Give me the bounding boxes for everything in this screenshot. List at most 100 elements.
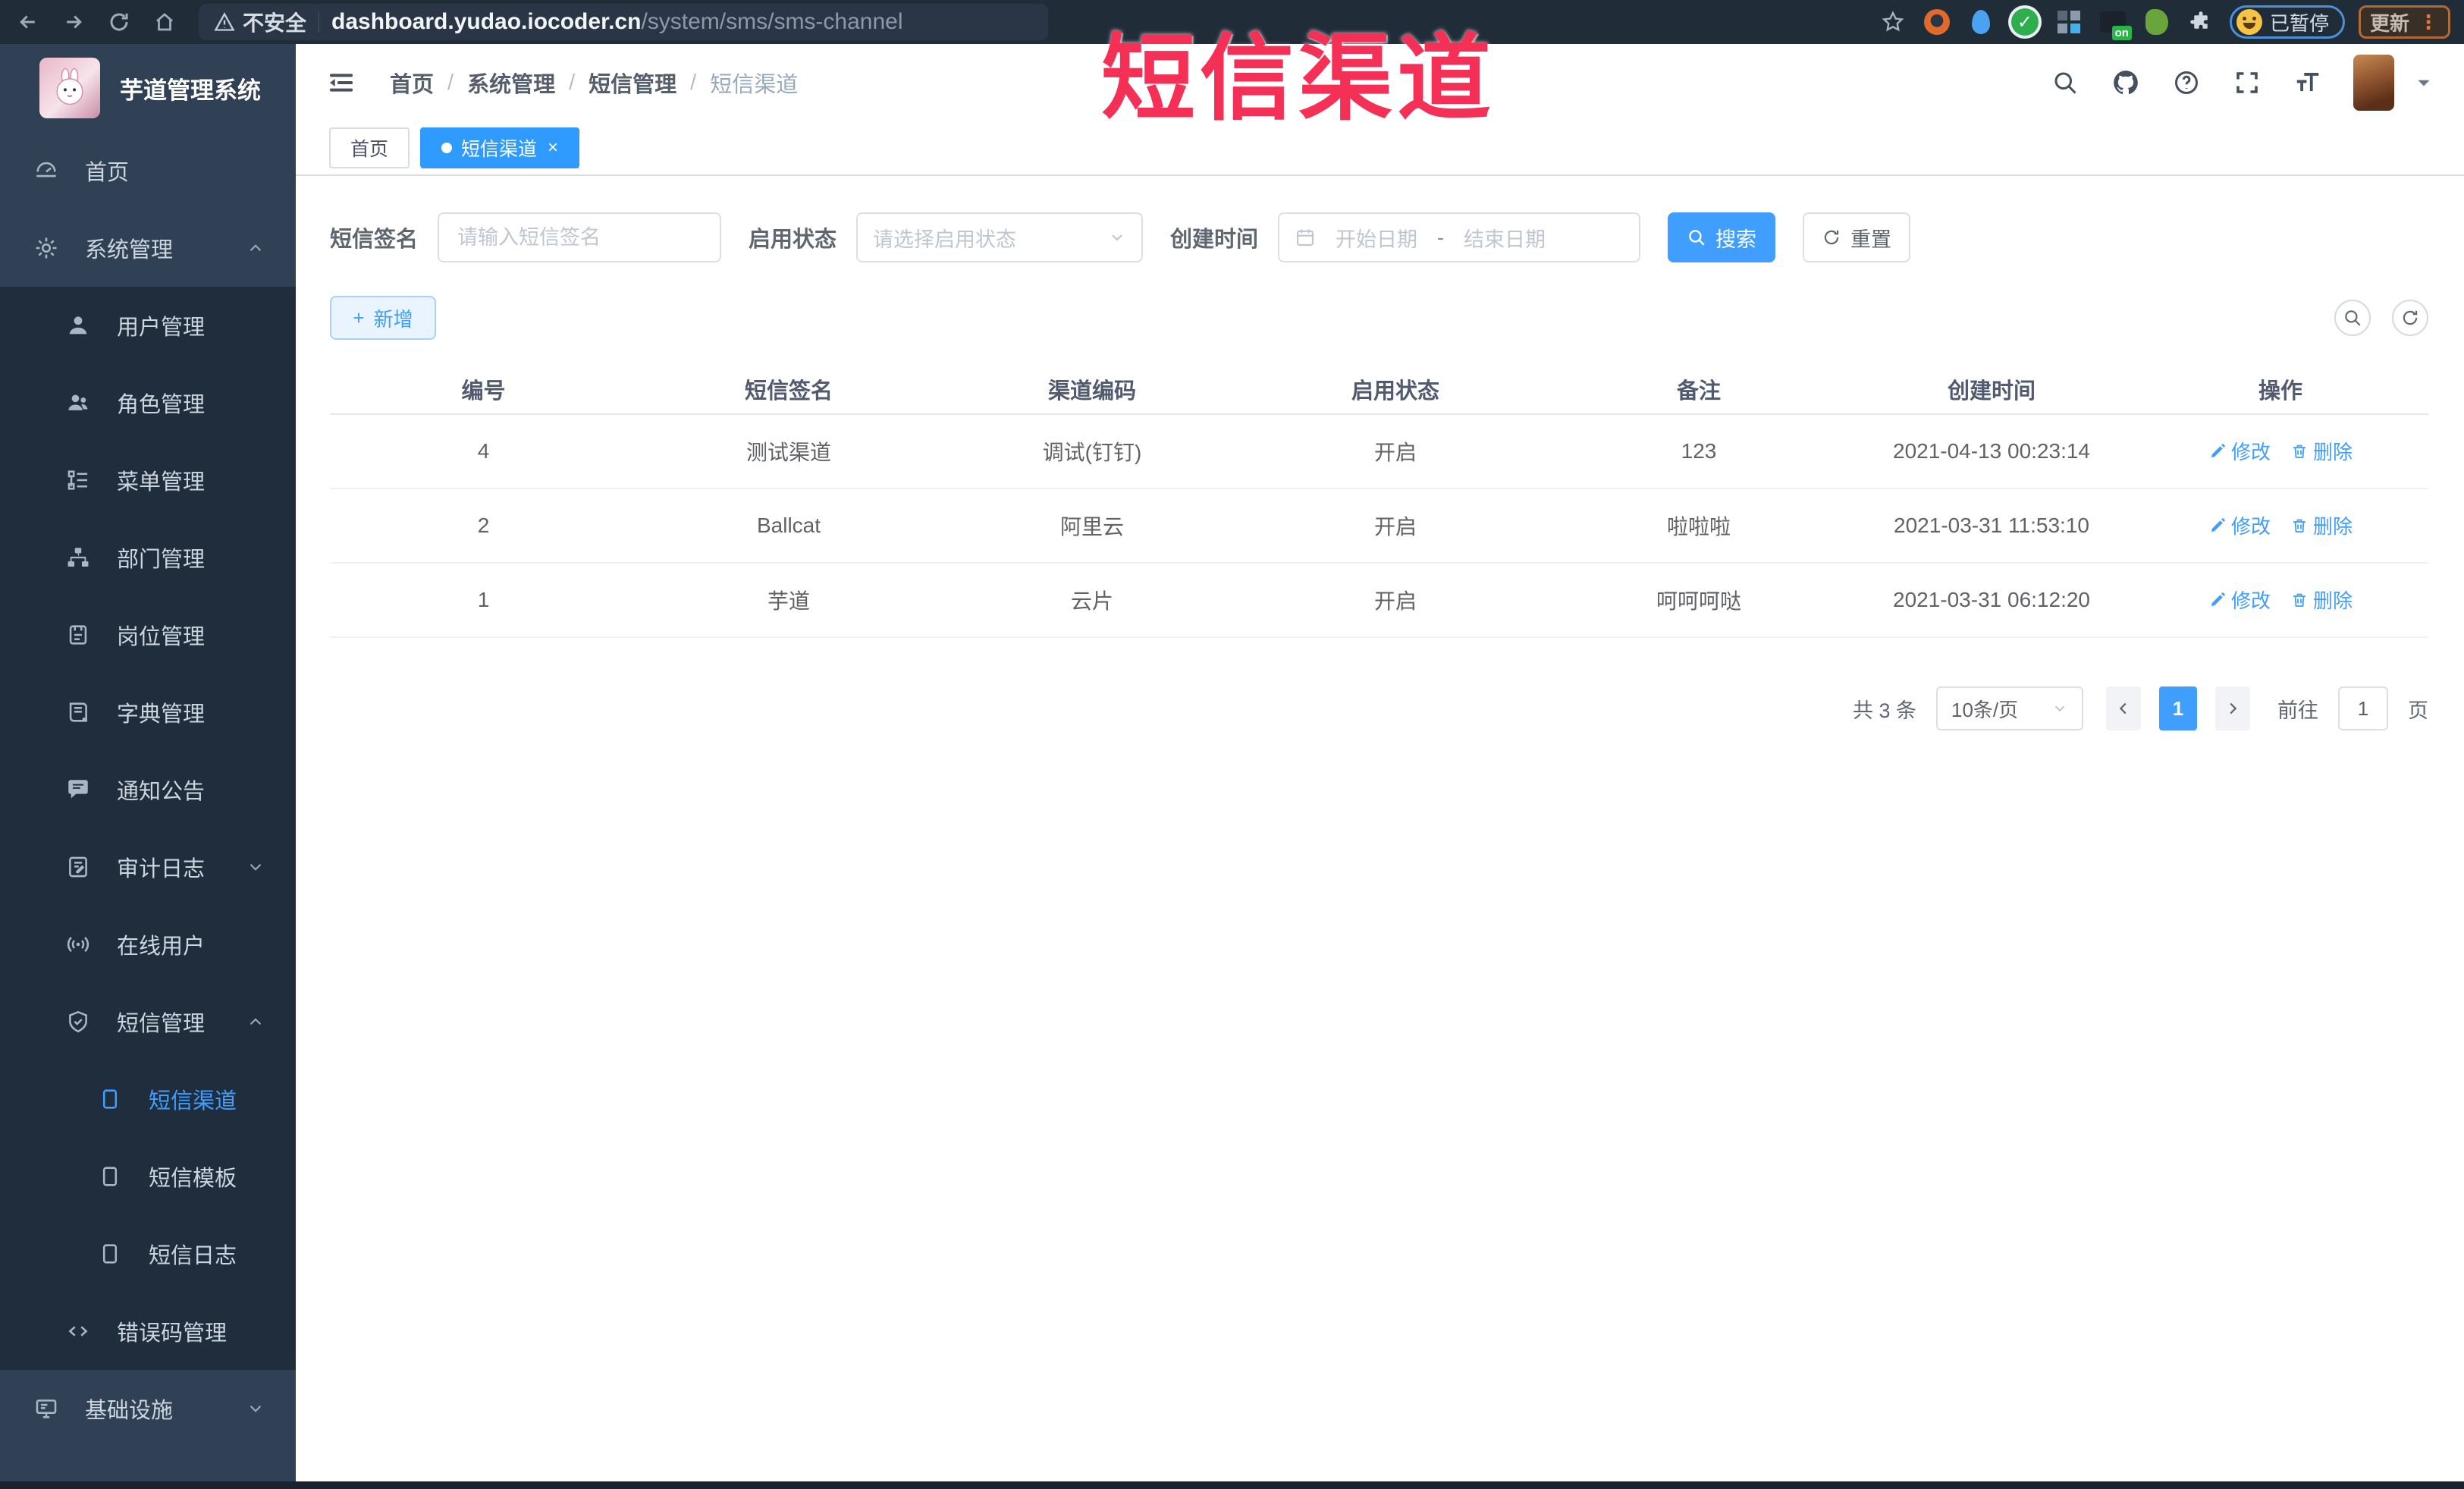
sidebar-item-短信日志[interactable]: 短信日志 [0, 1215, 296, 1293]
help-question-icon[interactable] [2171, 68, 2202, 98]
extension-ublock-icon[interactable] [1922, 7, 1952, 37]
role-icon [65, 390, 91, 416]
chevron-down-icon [246, 1399, 265, 1418]
add-button[interactable]: + 新增 [330, 296, 436, 340]
sidebar-item-label: 短信日志 [149, 1244, 237, 1268]
sidebar-item-字典管理[interactable]: 字典管理 [0, 674, 296, 751]
address-bar[interactable]: 不安全 dashboard.yudao.iocoder.cn /system/s… [199, 4, 1048, 40]
browser-update-button[interactable]: 更新 ⋮ [2358, 5, 2450, 39]
header-search-icon[interactable] [2050, 68, 2080, 98]
browser-reload-icon[interactable] [102, 5, 137, 39]
next-page-button[interactable] [2215, 686, 2250, 730]
delete-link[interactable]: 删除 [2290, 511, 2353, 539]
chevron-up-icon [246, 1012, 265, 1032]
tab-短信渠道[interactable]: 短信渠道 × [420, 127, 580, 168]
github-icon[interactable] [2111, 68, 2141, 98]
start-date-placeholder: 开始日期 [1336, 228, 1418, 251]
page-number-button[interactable]: 1 [2159, 686, 2197, 730]
date-range-picker[interactable]: 开始日期 - 结束日期 [1278, 212, 1641, 262]
paused-extension-badge[interactable]: 已暂停 [2229, 5, 2345, 39]
sidebar-item-短信管理[interactable]: 短信管理 [0, 983, 296, 1060]
extension-drop-icon[interactable] [1966, 7, 1996, 37]
sidebar-item-错误码管理[interactable]: 错误码管理 [0, 1293, 296, 1370]
code-icon [65, 1318, 91, 1344]
extension-plant-icon[interactable] [2142, 7, 2172, 37]
app-logo-rabbit-icon [39, 58, 100, 118]
sidebar-item-角色管理[interactable]: 角色管理 [0, 364, 296, 441]
browser-forward-icon[interactable] [56, 5, 91, 39]
breadcrumb-item-首页[interactable]: 首页 [390, 67, 434, 99]
sidebar-item-短信渠道[interactable]: 短信渠道 [0, 1060, 296, 1138]
sidebar-item-label: 角色管理 [117, 393, 206, 417]
gear-icon [33, 235, 59, 261]
menu-tree-icon [65, 467, 91, 493]
plus-icon: + [353, 306, 365, 329]
prev-page-button[interactable] [2106, 686, 2141, 730]
font-size-icon[interactable] [2293, 68, 2323, 98]
sidebar-item-短信模板[interactable]: 短信模板 [0, 1138, 296, 1215]
toggle-search-button[interactable] [2334, 300, 2371, 336]
goto-page-input[interactable] [2338, 686, 2388, 730]
cell-sign: 芋道 [637, 563, 940, 638]
extension-on-badge-icon[interactable]: on [2098, 7, 2132, 40]
breadcrumb-item-短信管理[interactable]: 短信管理 [589, 67, 676, 99]
browser-home-icon[interactable] [147, 5, 182, 39]
phone-icon [97, 1086, 123, 1112]
url-domain: dashboard.yudao.iocoder.cn [331, 9, 642, 34]
column-header-创建时间: 创建时间 [1850, 364, 2133, 415]
sidebar-item-通知公告[interactable]: 通知公告 [0, 751, 296, 828]
sms-channel-table: 编号 短信签名 渠道编码 启用状态 备注 创建时间 操作 4 测试渠道 调试(钉钉) 开启 123 2… [330, 364, 2428, 638]
update-menu-icon[interactable]: ⋮ [2418, 11, 2439, 34]
delete-link[interactable]: 删除 [2290, 437, 2353, 465]
edit-link[interactable]: 修改 [2208, 437, 2271, 465]
chevron-down-icon [1108, 228, 1126, 247]
edit-link[interactable]: 修改 [2208, 511, 2271, 539]
browser-back-icon[interactable] [11, 5, 46, 39]
tab-close-icon[interactable]: × [548, 137, 558, 159]
extension-check-icon[interactable]: ✓ [2010, 7, 2040, 37]
sidebar-item-审计日志[interactable]: 审计日志 [0, 828, 296, 906]
sidebar-item-label: 岗位管理 [117, 625, 206, 649]
phone-icon [97, 1241, 123, 1267]
refresh-table-button[interactable] [2392, 300, 2428, 336]
fullscreen-icon[interactable] [2232, 68, 2262, 98]
extensions-puzzle-icon[interactable] [2186, 7, 2216, 37]
sidebar-item-系统管理[interactable]: 系统管理 [0, 209, 296, 287]
sidebar-item-岗位管理[interactable]: 岗位管理 [0, 596, 296, 674]
table-row: 4 测试渠道 调试(钉钉) 开启 123 2021-04-13 00:23:14 修改 删除 [330, 414, 2428, 489]
avatar-caret-down-icon[interactable] [2414, 73, 2434, 93]
tab-首页[interactable]: 首页 [329, 127, 410, 168]
bookmark-star-icon[interactable] [1878, 7, 1908, 37]
column-header-编号: 编号 [330, 364, 637, 415]
reset-button[interactable]: 重置 [1803, 212, 1911, 262]
add-button-label: 新增 [373, 307, 413, 331]
status-filter-label: 启用状态 [749, 228, 837, 252]
sidebar-item-label: 首页 [85, 161, 130, 185]
goto-label: 前往 [2277, 699, 2318, 722]
sign-filter-input[interactable] [438, 212, 722, 262]
page-size-select[interactable]: 10条/页 [1936, 686, 2083, 730]
sidebar-item-label: 审计日志 [117, 857, 206, 881]
column-header-短信签名: 短信签名 [637, 364, 940, 415]
cell-id: 2 [330, 488, 637, 564]
sidebar-item-用户管理[interactable]: 用户管理 [0, 287, 296, 364]
search-button[interactable]: 搜索 [1668, 212, 1776, 262]
range-separator: - [1437, 225, 1445, 249]
status-filter-select[interactable]: 请选择启用状态 [856, 212, 1144, 262]
not-secure-warning-icon[interactable] [214, 11, 235, 33]
breadcrumb-item-系统管理[interactable]: 系统管理 [467, 67, 555, 99]
sidebar-item-部门管理[interactable]: 部门管理 [0, 519, 296, 596]
user-avatar[interactable] [2353, 55, 2394, 111]
delete-icon [2290, 517, 2309, 535]
delete-link[interactable]: 删除 [2290, 586, 2353, 614]
edit-link[interactable]: 修改 [2208, 586, 2271, 614]
app-logo-row[interactable]: 芋道管理系统 [0, 44, 296, 132]
sidebar-item-首页[interactable]: 首页 [0, 132, 296, 209]
extension-grid-icon[interactable] [2054, 7, 2084, 37]
chevron-down-icon [246, 857, 265, 877]
sidebar-item-在线用户[interactable]: 在线用户 [0, 906, 296, 983]
sidebar-item-基础设施[interactable]: 基础设施 [0, 1370, 296, 1447]
sidebar-item-菜单管理[interactable]: 菜单管理 [0, 441, 296, 519]
table-row: 1 芋道 云片 开启 呵呵呵哒 2021-03-31 06:12:20 修改 删除 [330, 563, 2428, 638]
sidebar-collapse-icon[interactable] [326, 68, 356, 98]
